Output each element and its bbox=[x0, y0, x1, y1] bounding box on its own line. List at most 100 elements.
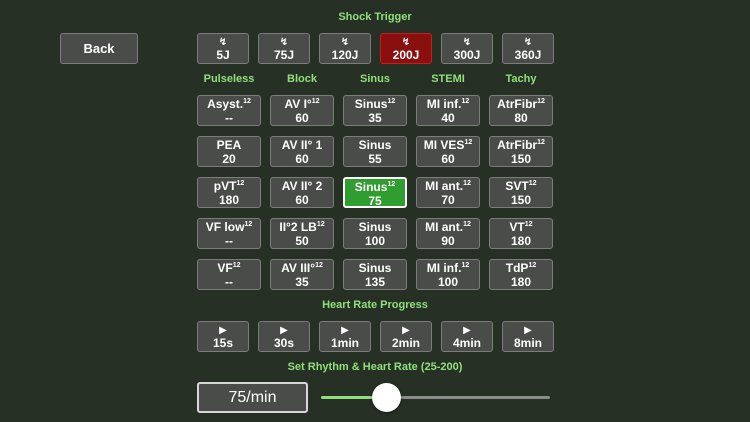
rhythm-button[interactable]: AV III°12 35 bbox=[270, 259, 334, 290]
rhythm-rate: 180 bbox=[510, 275, 532, 289]
rhythm-name: VT12 bbox=[490, 219, 552, 234]
rhythm-name: AV I°12 bbox=[271, 96, 333, 111]
column-header-block: Block bbox=[287, 73, 317, 85]
rhythm-rate: -- bbox=[225, 234, 233, 248]
progress-button-30s[interactable]: ▶ 30s bbox=[258, 321, 310, 352]
rhythm-rate: 80 bbox=[514, 111, 528, 125]
rhythm-button[interactable]: MI ant.12 90 bbox=[416, 218, 480, 249]
rhythm-name: Sinus bbox=[344, 219, 406, 234]
shock-button-120j[interactable]: ↯ 120J bbox=[319, 33, 371, 64]
progress-button-4min[interactable]: ▶ 4min bbox=[441, 321, 493, 352]
rhythm-button[interactable]: AV II° 1 60 bbox=[270, 136, 334, 167]
lightning-icon: ↯ bbox=[279, 37, 289, 48]
shock-button-label: 120J bbox=[331, 48, 359, 62]
rhythm-button[interactable]: AtrFibr12 80 bbox=[489, 95, 553, 126]
rhythm-name-text: Asyst. bbox=[207, 97, 244, 111]
twelve-lead-badge: 12 bbox=[316, 221, 325, 228]
rhythm-button[interactable]: II°2 LB12 50 bbox=[270, 218, 334, 249]
rhythm-button[interactable]: VF low12 -- bbox=[197, 218, 261, 249]
rhythm-name: Sinus12 bbox=[344, 96, 406, 111]
rhythm-button[interactable]: MI inf.12 40 bbox=[416, 95, 480, 126]
rhythm-button[interactable]: Sinus12 35 bbox=[343, 95, 407, 126]
rhythm-button[interactable]: PEA 20 bbox=[197, 136, 261, 167]
shock-button-75j[interactable]: ↯ 75J bbox=[258, 33, 310, 64]
rhythm-name: SVT12 bbox=[490, 178, 552, 193]
rhythm-name-text: MI VES bbox=[423, 138, 465, 152]
rhythm-name: II°2 LB12 bbox=[271, 219, 333, 234]
play-icon: ▶ bbox=[219, 325, 227, 336]
rhythm-name: MI inf.12 bbox=[417, 260, 479, 275]
rhythm-button[interactable]: VT12 180 bbox=[489, 218, 553, 249]
shock-button-label: 200J bbox=[392, 48, 420, 62]
shock-button-label: 360J bbox=[514, 48, 542, 62]
rhythm-button[interactable]: Sinus12 75 bbox=[343, 177, 407, 208]
rhythm-rate: 35 bbox=[368, 111, 382, 125]
rhythm-name: Asyst.12 bbox=[198, 96, 260, 111]
slider-thumb[interactable] bbox=[371, 383, 401, 412]
progress-button-8min[interactable]: ▶ 8min bbox=[502, 321, 554, 352]
rhythm-button[interactable]: Sinus 55 bbox=[343, 136, 407, 167]
rhythm-rate: -- bbox=[225, 275, 233, 289]
rhythm-rate: 180 bbox=[218, 193, 240, 207]
rhythm-name-text: AV I° bbox=[284, 97, 312, 111]
rhythm-rate: 60 bbox=[441, 152, 455, 166]
lightning-icon: ↯ bbox=[523, 37, 533, 48]
rhythm-rate: 150 bbox=[510, 193, 532, 207]
progress-button-1min[interactable]: ▶ 1min bbox=[319, 321, 371, 352]
lightning-icon: ↯ bbox=[218, 37, 228, 48]
rhythm-rate: 60 bbox=[295, 111, 309, 125]
progress-button-label: 4min bbox=[452, 336, 481, 350]
rhythm-name-text: AtrFibr bbox=[497, 97, 538, 111]
progress-button-15s[interactable]: ▶ 15s bbox=[197, 321, 249, 352]
rhythm-button[interactable]: MI ant.12 70 bbox=[416, 177, 480, 208]
rhythm-button[interactable]: TdP12 180 bbox=[489, 259, 553, 290]
rhythm-name-text: pVT bbox=[213, 179, 237, 193]
rhythm-button[interactable]: Sinus 135 bbox=[343, 259, 407, 290]
rhythm-name-text: AV III° bbox=[281, 261, 316, 275]
rhythm-rate: 90 bbox=[441, 234, 455, 248]
progress-button-label: 15s bbox=[212, 336, 234, 350]
twelve-lead-badge: 12 bbox=[464, 139, 473, 146]
rhythm-name-text: AtrFibr bbox=[497, 138, 538, 152]
column-header-pulseless: Pulseless bbox=[203, 73, 255, 85]
shock-button-360j[interactable]: ↯ 360J bbox=[502, 33, 554, 64]
rhythm-button[interactable]: AV II° 2 60 bbox=[270, 177, 334, 208]
rhythm-name: AV III°12 bbox=[271, 260, 333, 275]
twelve-lead-badge: 12 bbox=[463, 180, 471, 187]
rhythm-rate: 100 bbox=[437, 275, 459, 289]
rhythm-button[interactable]: AV I°12 60 bbox=[270, 95, 334, 126]
back-button[interactable]: Back bbox=[60, 33, 138, 64]
rhythm-button[interactable]: VF12 -- bbox=[197, 259, 261, 290]
column-header-tachy: Tachy bbox=[505, 73, 537, 85]
rhythm-rate: -- bbox=[225, 111, 233, 125]
rhythm-button[interactable]: pVT12 180 bbox=[197, 177, 261, 208]
rhythm-name: pVT12 bbox=[198, 178, 260, 193]
rhythm-button[interactable]: Sinus 100 bbox=[343, 218, 407, 249]
rhythm-button[interactable]: SVT12 150 bbox=[489, 177, 553, 208]
slider-track-empty bbox=[386, 396, 550, 399]
rhythm-button[interactable]: Asyst.12 -- bbox=[197, 95, 261, 126]
rhythm-name-text: MI inf. bbox=[426, 97, 462, 111]
rhythm-button[interactable]: AtrFibr12 150 bbox=[489, 136, 553, 167]
shock-button-200j[interactable]: ↯ 200J bbox=[380, 33, 432, 64]
rhythm-rate: 20 bbox=[222, 152, 236, 166]
rhythm-name-text: II°2 LB bbox=[279, 220, 317, 234]
rhythm-name: Sinus12 bbox=[345, 179, 405, 194]
twelve-lead-badge: 12 bbox=[232, 262, 241, 269]
rhythm-name: Sinus bbox=[344, 137, 406, 152]
rhythm-button[interactable]: MI VES12 60 bbox=[416, 136, 480, 167]
play-icon: ▶ bbox=[341, 325, 349, 336]
rhythm-name-text: MI ant. bbox=[425, 220, 464, 234]
rhythm-name: AV II° 2 bbox=[271, 178, 333, 193]
shock-button-5j[interactable]: ↯ 5J bbox=[197, 33, 249, 64]
shock-button-label: 300J bbox=[453, 48, 481, 62]
rhythm-button[interactable]: MI inf.12 100 bbox=[416, 259, 480, 290]
rhythm-rate: 75 bbox=[368, 194, 382, 208]
lightning-icon: ↯ bbox=[462, 37, 472, 48]
shock-button-300j[interactable]: ↯ 300J bbox=[441, 33, 493, 64]
lightning-icon: ↯ bbox=[340, 37, 350, 48]
progress-button-2min[interactable]: ▶ 2min bbox=[380, 321, 432, 352]
rhythm-rate: 150 bbox=[510, 152, 532, 166]
play-icon: ▶ bbox=[463, 325, 471, 336]
column-header-stemi: STEMI bbox=[431, 73, 465, 85]
